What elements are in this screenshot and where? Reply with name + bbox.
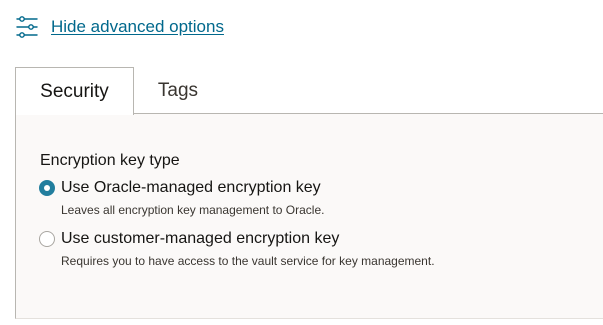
tab-bar: Security Tags bbox=[15, 67, 603, 115]
customer-managed-key-radio[interactable] bbox=[39, 231, 55, 247]
advanced-options-panel: Security Tags Encryption key type Use Or… bbox=[15, 67, 603, 319]
oracle-managed-key-option[interactable]: Use Oracle-managed encryption key bbox=[39, 178, 321, 198]
oracle-managed-key-radio[interactable] bbox=[39, 180, 55, 196]
hide-advanced-options-toggle[interactable]: Hide advanced options bbox=[16, 15, 224, 39]
sliders-icon bbox=[16, 15, 38, 39]
oracle-managed-key-description: Leaves all encryption key management to … bbox=[61, 203, 325, 217]
hide-advanced-options-link[interactable]: Hide advanced options bbox=[51, 15, 224, 39]
oracle-managed-key-label[interactable]: Use Oracle-managed encryption key bbox=[61, 178, 321, 198]
tab-security[interactable]: Security bbox=[15, 67, 134, 115]
customer-managed-key-option[interactable]: Use customer-managed encryption key bbox=[39, 229, 339, 249]
security-tab-content: Encryption key type Use Oracle-managed e… bbox=[15, 114, 603, 319]
tab-tags[interactable]: Tags bbox=[134, 67, 222, 114]
customer-managed-key-description: Requires you to have access to the vault… bbox=[61, 254, 435, 268]
customer-managed-key-label[interactable]: Use customer-managed encryption key bbox=[61, 229, 339, 249]
encryption-key-type-label: Encryption key type bbox=[40, 152, 180, 169]
